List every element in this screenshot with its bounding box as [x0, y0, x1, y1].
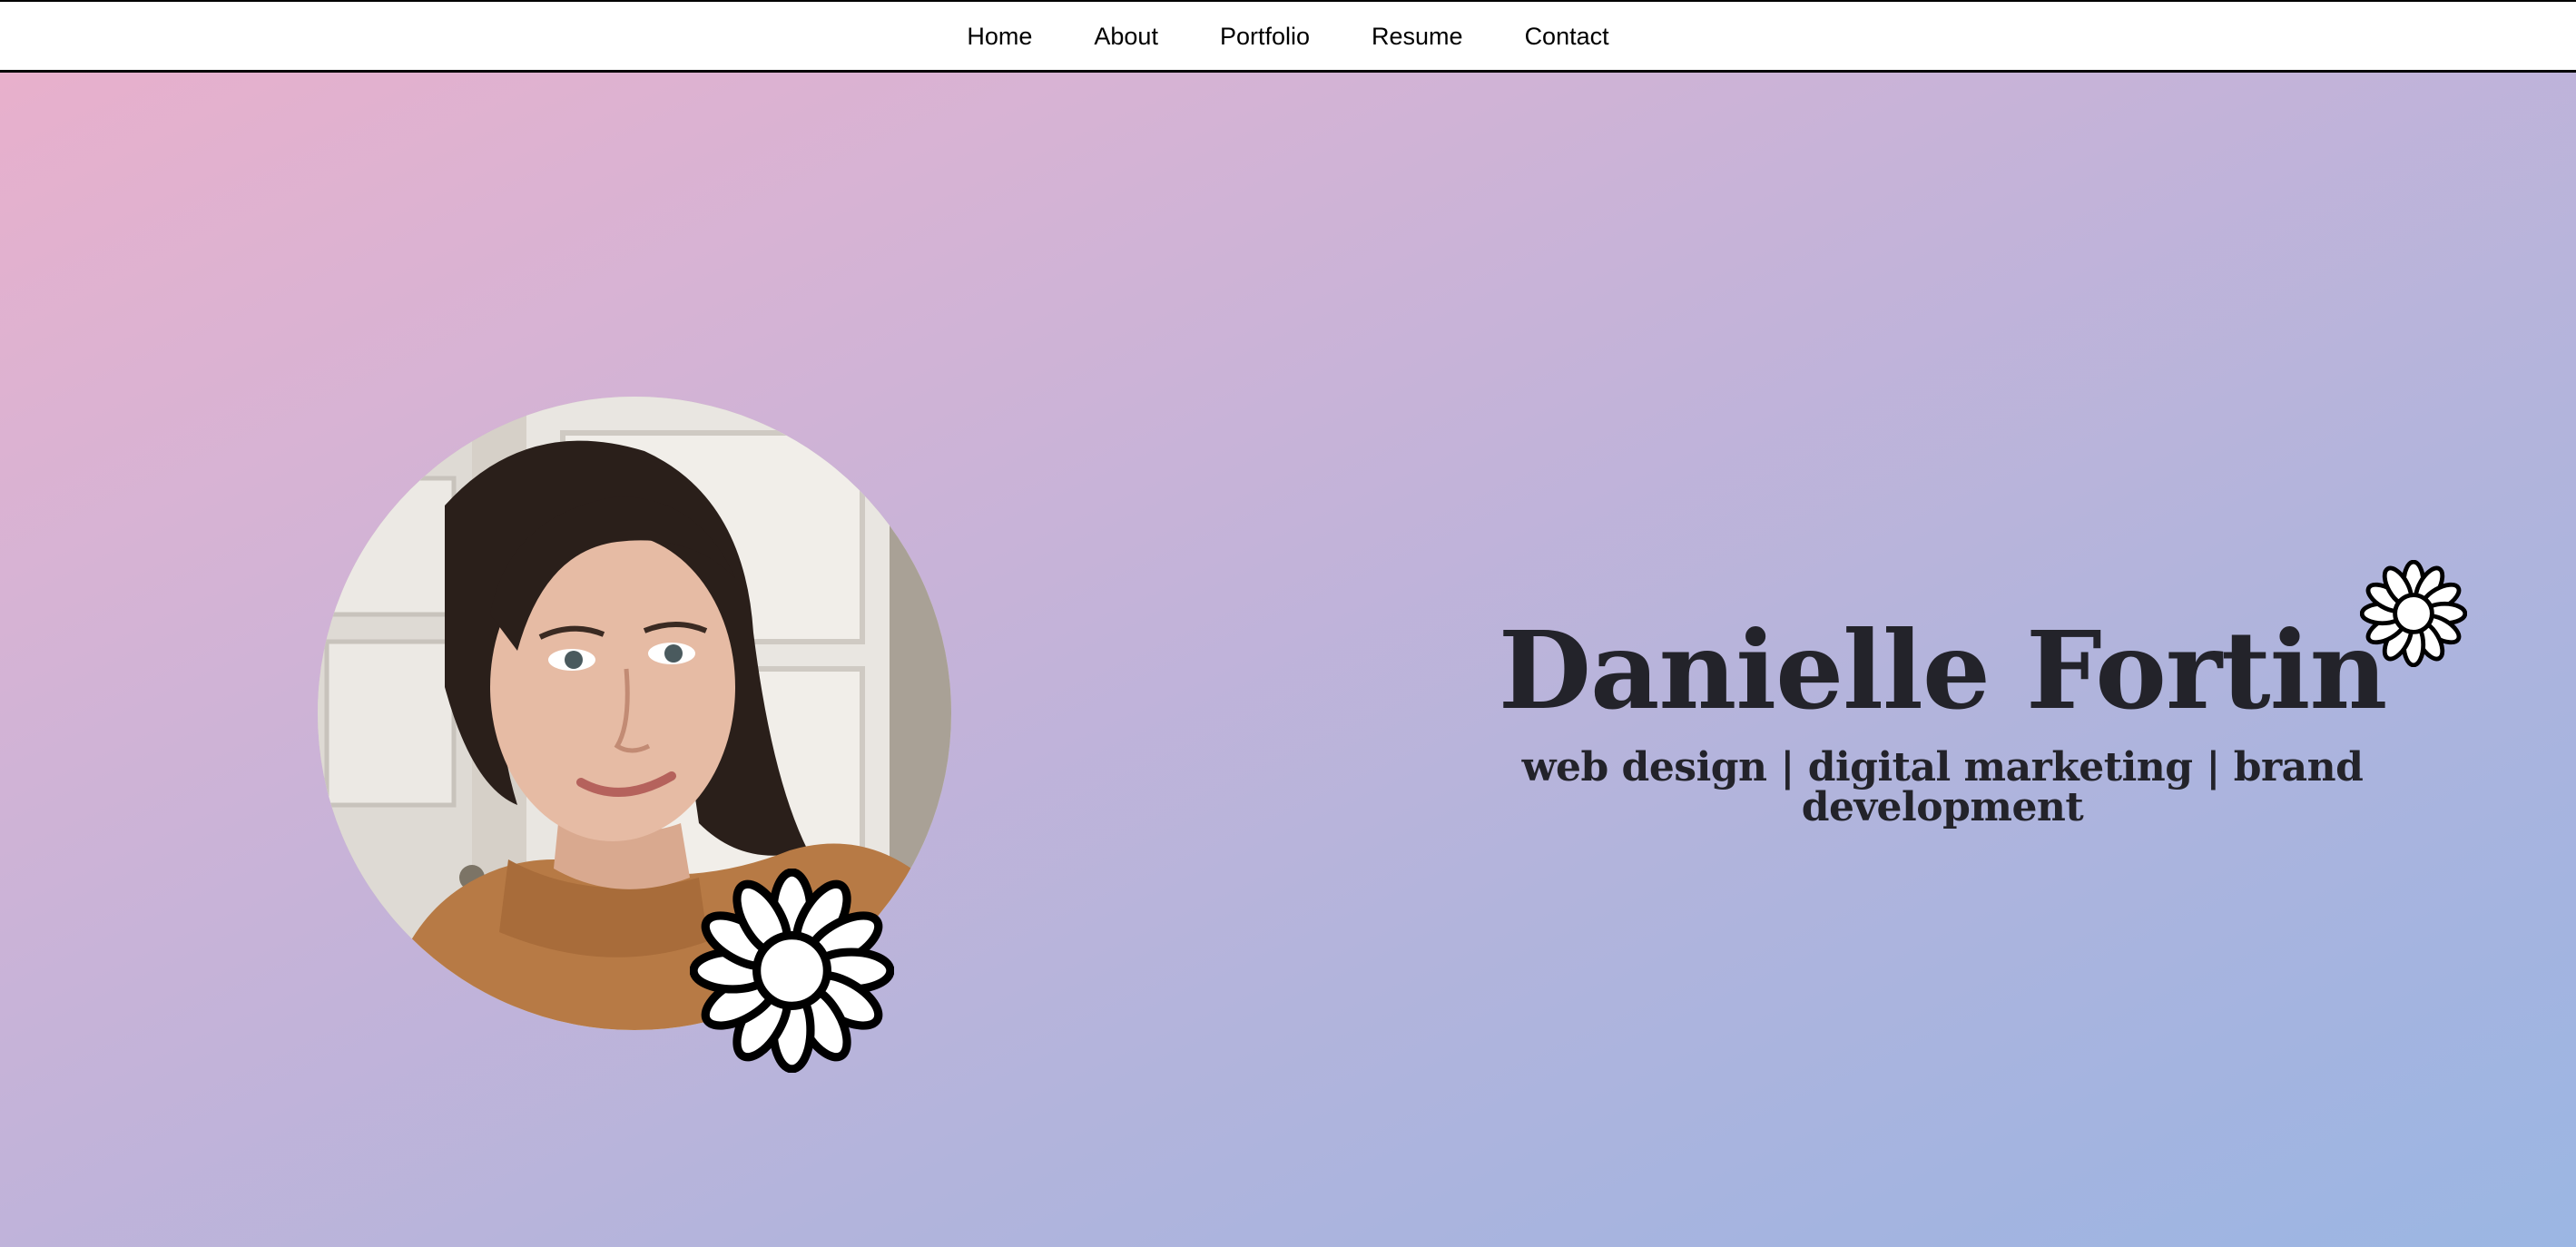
portrait-container	[318, 397, 951, 1073]
hero-titles: Danielle Fortin web design | digital mar…	[1380, 617, 2505, 828]
nav-link-contact[interactable]: Contact	[1494, 23, 1640, 50]
hero-section: Danielle Fortin web design | digital mar…	[0, 73, 2576, 1247]
nav-link-about[interactable]: About	[1063, 23, 1189, 50]
hero-tagline: web design | digital marketing | brand d…	[1521, 744, 2364, 830]
nav-link-home[interactable]: Home	[936, 23, 1063, 50]
daisy-flower-icon	[690, 869, 894, 1073]
nav-list: Home About Portfolio Resume Contact	[936, 0, 1639, 73]
hero-name: Danielle Fortin	[1498, 607, 2388, 733]
nav-link-resume[interactable]: Resume	[1341, 23, 1494, 50]
top-navbar: Home About Portfolio Resume Contact	[0, 0, 2576, 73]
nav-link-portfolio[interactable]: Portfolio	[1189, 23, 1341, 50]
